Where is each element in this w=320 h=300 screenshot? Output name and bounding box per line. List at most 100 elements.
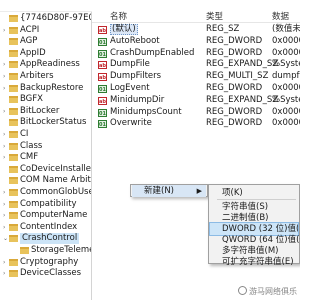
folder-icon	[9, 15, 18, 22]
expand-chevron-icon[interactable]: ›	[3, 268, 8, 279]
menu-separator	[217, 199, 296, 200]
value-name: (默认)	[110, 24, 138, 35]
folder-icon	[9, 165, 18, 173]
value-type: REG_DWORD	[206, 118, 263, 129]
tree-item-label: AppID	[20, 47, 46, 58]
value-name: LogEvent	[110, 83, 150, 93]
value-row[interactable]: 01Overwrite REG_DWORD 0x00000	[92, 118, 300, 129]
tree-item-label: ACPI	[20, 24, 40, 35]
tree-item-label: ContentIndex	[20, 221, 78, 232]
tree-item[interactable]: › CI	[3, 129, 28, 140]
tree-item[interactable]: ⌄ CrashControl	[3, 233, 80, 245]
value-row[interactable]: 01LogEvent REG_DWORD 0x00000	[92, 83, 300, 94]
expand-chevron-icon[interactable]: ›	[3, 187, 8, 198]
value-row[interactable]: ab (默认) REG_SZ (数值未	[92, 24, 300, 35]
value-row[interactable]: abDumpFilters REG_MULTI_SZdumpfve	[92, 71, 300, 82]
tree-item[interactable]: AppID	[3, 48, 46, 59]
tree-item[interactable]: BGFX	[3, 94, 43, 105]
expand-chevron-icon[interactable]: ›	[3, 257, 8, 268]
value-name: DumpFile	[110, 59, 150, 70]
binary-value-icon: 01	[98, 37, 107, 46]
expand-chevron-icon[interactable]: ›	[3, 83, 8, 94]
tree-item-label: StorageTelemetry	[31, 245, 91, 255]
folder-icon	[9, 235, 18, 243]
registry-key-tree[interactable]: {7746D80F-97E0-4E26- › ACPIAGPAppID › AppRea…	[0, 12, 92, 300]
expand-chevron-icon[interactable]: ›	[3, 199, 8, 210]
folder-icon	[9, 107, 18, 115]
expand-chevron-icon[interactable]: ›	[3, 71, 8, 82]
binary-value-icon: 01	[98, 108, 107, 117]
tree-item-label: Compatibility	[20, 198, 77, 209]
tree-item[interactable]: › BackupRestore	[3, 83, 83, 94]
tree-item[interactable]: › ContentIndex	[3, 222, 77, 233]
tree-item[interactable]: › CommonGlobUserSett	[3, 187, 91, 198]
tree-item[interactable]: › Cryptography	[3, 257, 78, 268]
value-type: REG_SZ	[206, 24, 240, 34]
submenu-item[interactable]: 项(K)	[210, 187, 298, 199]
submenu-arrow-icon: ▶	[196, 187, 202, 195]
folder-icon	[9, 154, 18, 162]
registry-editor-window: {7746D80F-97E0-4E26- › ACPIAGPAppID › AppRea…	[0, 0, 300, 300]
submenu-item[interactable]: 可扩充字符串值(E)	[210, 256, 298, 268]
value-row[interactable]: abMinidumpDir REG_EXPAND_SZ%Syster	[92, 95, 300, 106]
watermark-logo-icon	[238, 286, 247, 295]
folder-icon	[20, 247, 29, 254]
tree-item[interactable]: › Arbiters	[3, 71, 54, 82]
value-data: 0x00000	[272, 35, 300, 46]
tree-item[interactable]: COM Name Arbiter	[3, 175, 92, 186]
tree-item[interactable]: › DeviceClasses	[3, 268, 81, 279]
string-value-icon: ab	[98, 61, 107, 70]
tree-item-label: CI	[20, 129, 29, 139]
tree-item-label: {7746D80F-97E0-4E26-	[20, 13, 91, 23]
value-row[interactable]: 01CrashDumpEnabled REG_DWORD 0x00000	[92, 48, 300, 59]
tree-item[interactable]: › ComputerName	[3, 210, 87, 221]
tree-item[interactable]: BitLockerStatus	[3, 117, 86, 128]
folder-icon	[9, 142, 18, 150]
value-row[interactable]: abDumpFile REG_EXPAND_SZ%Syster	[92, 59, 300, 70]
tree-item-label: AGP	[20, 36, 38, 47]
expand-chevron-icon[interactable]: ›	[3, 106, 8, 117]
tree-item[interactable]: › Class	[3, 141, 42, 152]
tree-item[interactable]: {7746D80F-97E0-4E26-	[3, 13, 91, 24]
string-value-icon: ab	[98, 96, 107, 105]
tree-item-label: ComputerName	[20, 210, 88, 221]
expand-chevron-icon[interactable]: ›	[3, 129, 8, 140]
value-name: Overwrite	[110, 118, 152, 129]
tree-item[interactable]: › BitLocker	[3, 106, 59, 117]
tree-item-label: Class	[20, 140, 43, 151]
value-row[interactable]: 01MinidumpsCount REG_DWORD 0x00000	[92, 107, 300, 118]
value-name: DumpFilters	[110, 71, 162, 82]
value-row[interactable]: 01AutoReboot REG_DWORD 0x00000	[92, 36, 300, 47]
tree-item[interactable]: AGP	[3, 36, 37, 47]
folder-icon	[9, 119, 18, 127]
tree-item[interactable]: › ACPI	[3, 25, 39, 36]
expand-chevron-icon[interactable]: ›	[3, 210, 8, 221]
tree-item[interactable]: › CMF	[3, 152, 38, 163]
value-data: 0x00000	[272, 106, 300, 117]
new-submenu: 项(K)字符串值(S)二进制值(B)DWORD (32 位)值(D)QWORD …	[208, 184, 300, 267]
folder-icon	[9, 223, 18, 231]
tree-item-label: COM Name Arbiter	[20, 175, 92, 186]
tree-item-label: CrashControl	[20, 233, 80, 245]
expand-chevron-icon[interactable]: ›	[3, 59, 8, 70]
expand-chevron-icon[interactable]: ›	[3, 141, 8, 152]
folder-icon	[9, 270, 18, 278]
value-data: 0x00000	[272, 118, 300, 129]
tree-item[interactable]: CoDeviceInstallers	[3, 164, 91, 175]
expand-chevron-icon[interactable]: ⌄	[3, 233, 8, 244]
tree-item[interactable]: StorageTelemetry	[14, 245, 91, 256]
expand-chevron-icon[interactable]: ›	[3, 152, 8, 163]
value-type: REG_EXPAND_SZ	[206, 59, 279, 70]
folder-icon	[9, 26, 18, 34]
expand-chevron-icon[interactable]: ›	[3, 222, 8, 233]
menu-item-new[interactable]: 新建(N) ▶	[132, 185, 206, 197]
value-type: REG_DWORD	[206, 47, 263, 58]
column-header-name[interactable]: 名称	[110, 12, 127, 23]
column-header-type[interactable]: 类型	[206, 12, 223, 23]
tree-item[interactable]: › AppReadiness	[3, 59, 80, 70]
tree-item[interactable]: › Compatibility	[3, 199, 77, 210]
tree-header	[0, 0, 92, 12]
expand-chevron-icon[interactable]: ›	[3, 25, 8, 36]
value-data: 0x00000	[272, 83, 300, 93]
column-header-data[interactable]: 数据	[272, 12, 289, 23]
